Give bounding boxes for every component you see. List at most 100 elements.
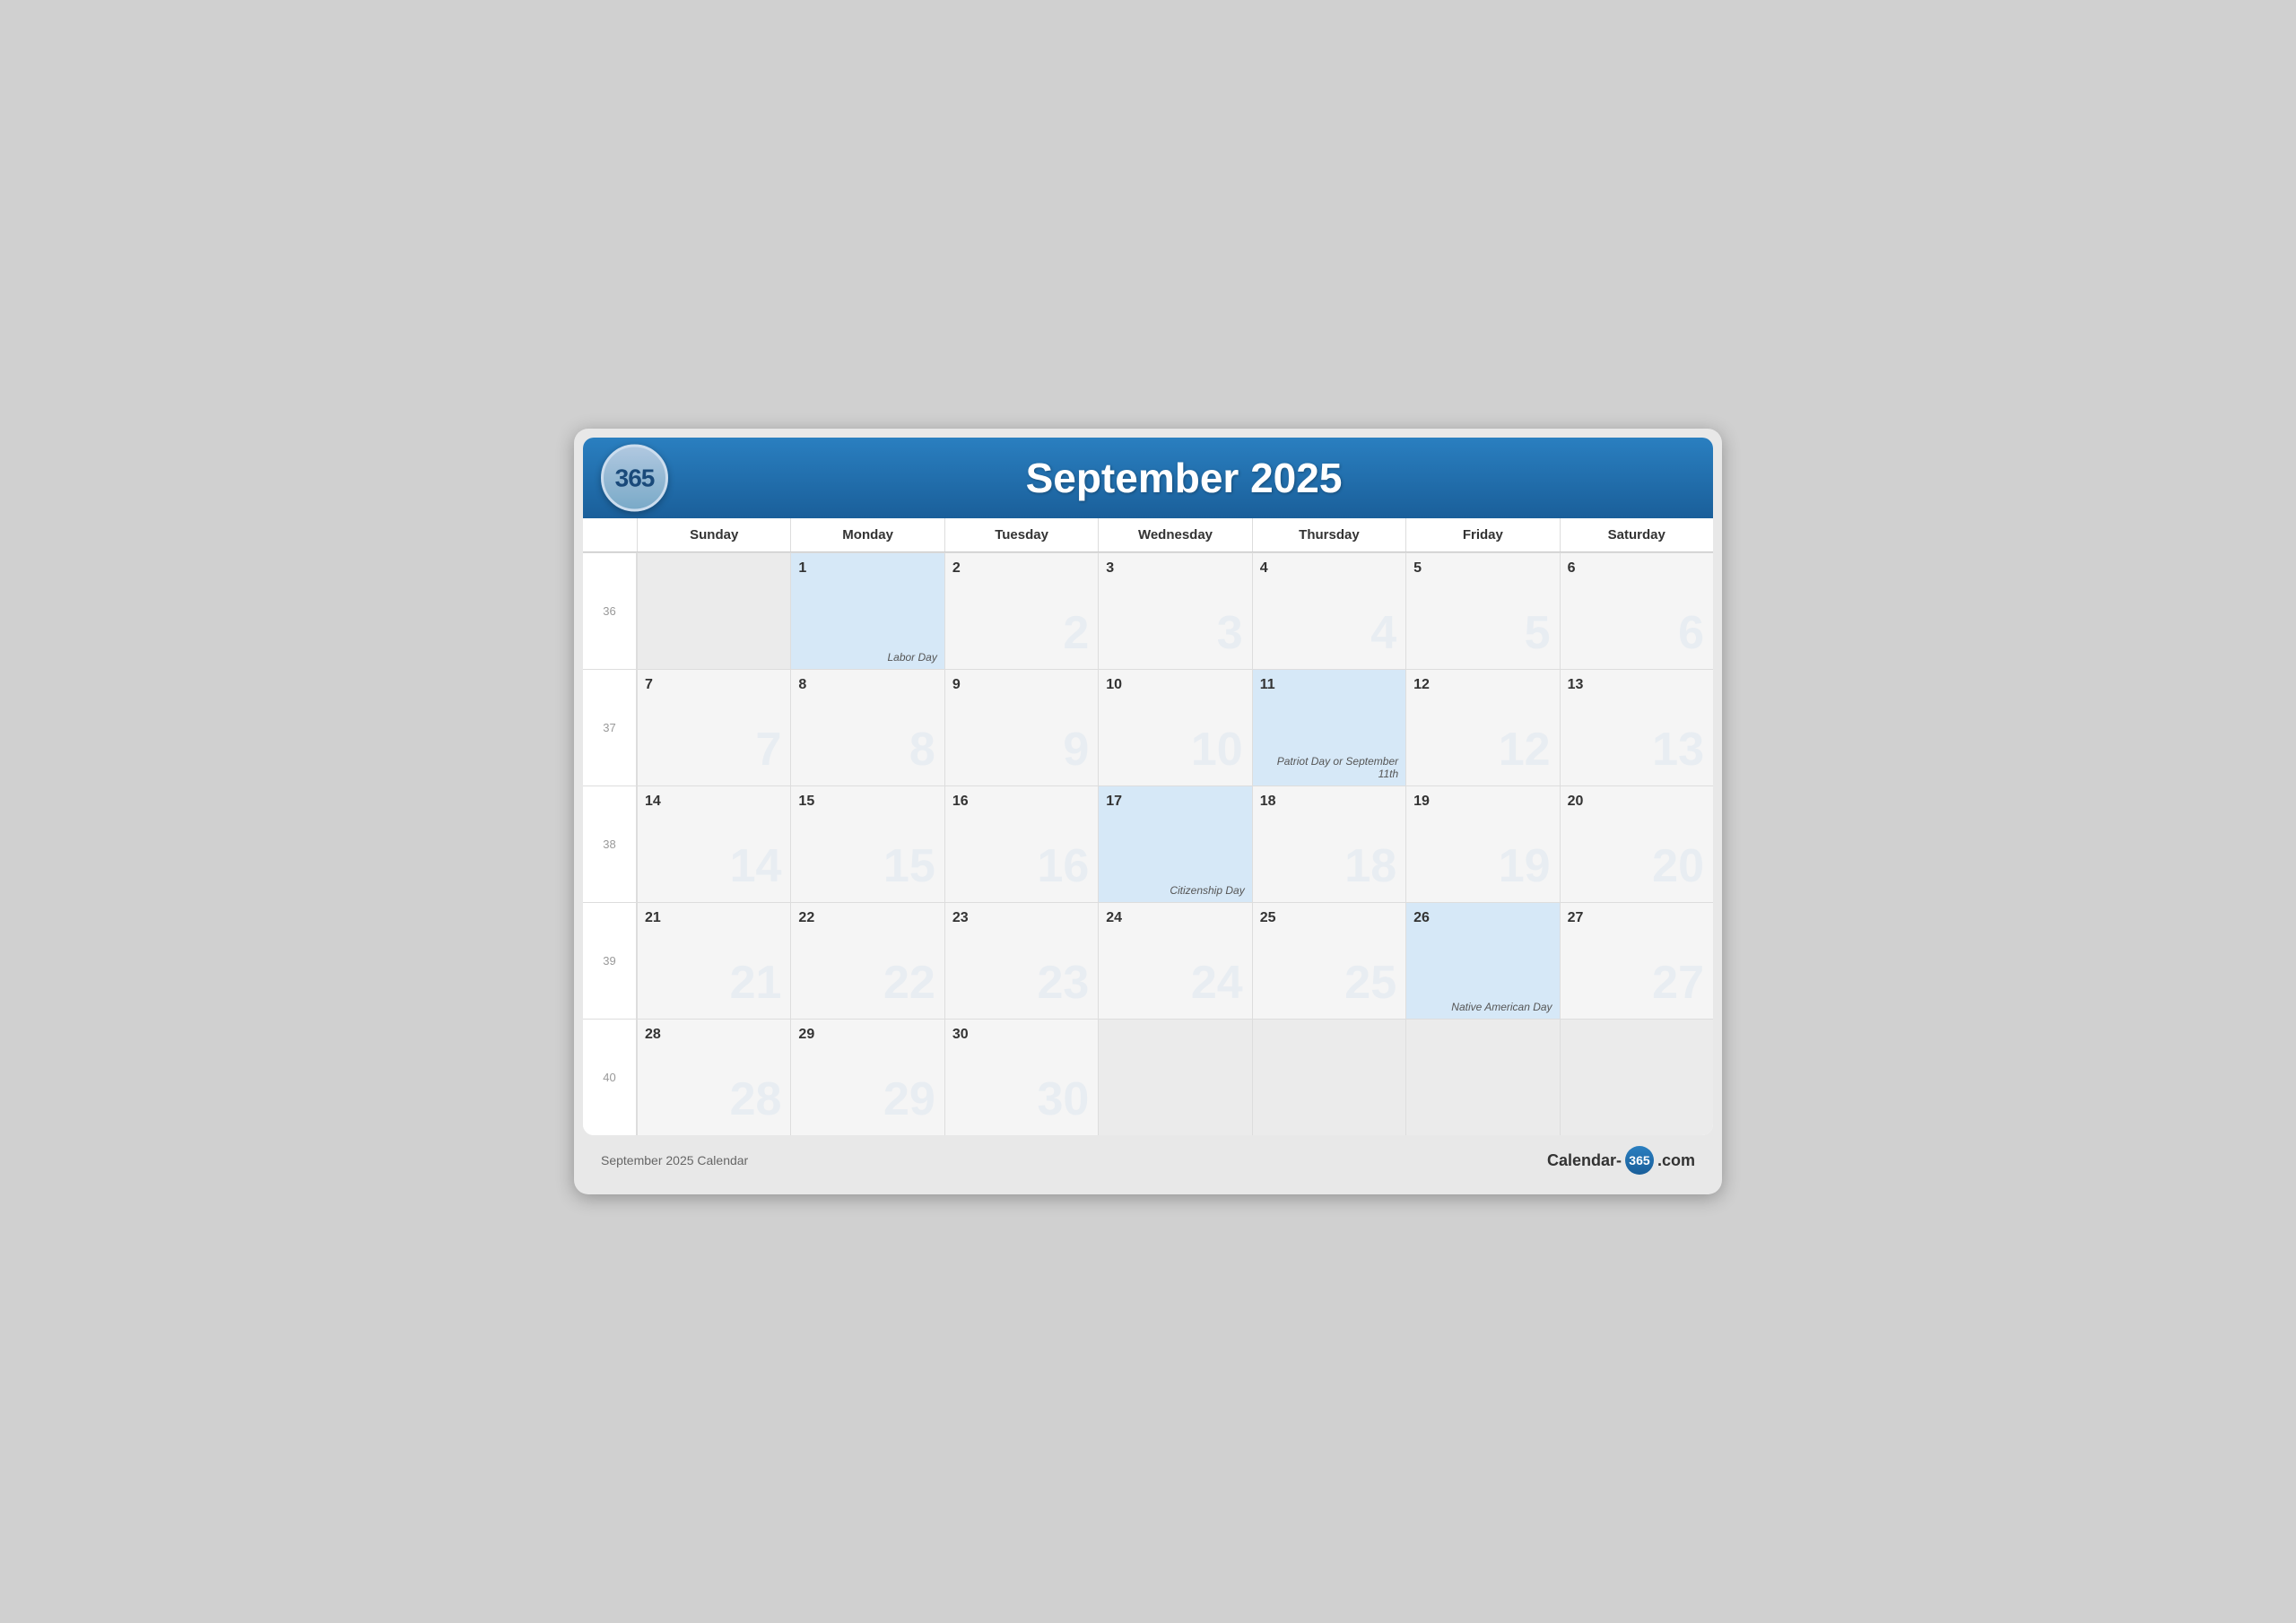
watermark: 19 (1499, 839, 1551, 893)
footer-left-text: September 2025 Calendar (601, 1153, 748, 1167)
day-number: 1 (798, 560, 936, 577)
day-number: 21 (645, 910, 783, 926)
day-cell-w37-sunday: 77 (637, 669, 790, 785)
day-cell-w37-friday: 1212 (1405, 669, 1559, 785)
day-cell-w40-monday: 29 29 (790, 1019, 944, 1135)
day-cell-w37-saturday: 1313 (1560, 669, 1713, 785)
day-cell-w40-thursday (1252, 1019, 1405, 1135)
watermark: 12 (1499, 723, 1551, 777)
week-num-column-header (583, 518, 637, 551)
logo-badge: 365 (601, 445, 668, 512)
week-num-40: 40 (583, 1019, 637, 1135)
day-cell-w38-thursday: 1818 (1252, 785, 1405, 902)
watermark: 14 (730, 839, 782, 893)
footer-dot-com: .com (1657, 1151, 1695, 1170)
day-number: 16 (952, 794, 1091, 810)
day-cell-w38-monday: 1515 (790, 785, 944, 902)
holiday-name: Native American Day (1413, 1001, 1552, 1013)
calendar-container: 365 September 2025 Sunday Monday Tuesday… (583, 438, 1713, 1135)
day-cell-w39-wednesday: 24 24 (1098, 902, 1251, 1019)
day-number: 27 (1568, 910, 1706, 926)
day-header-saturday: Saturday (1560, 518, 1713, 551)
day-number: 4 (1260, 560, 1398, 577)
day-cell-w37-tuesday: 99 (944, 669, 1098, 785)
day-cell-w39-saturday: 27 27 (1560, 902, 1713, 1019)
watermark: 8 (909, 723, 935, 777)
day-cell-w36-saturday: 66 (1560, 552, 1713, 669)
watermark: 30 (1037, 1072, 1089, 1126)
watermark: 4 (1370, 606, 1396, 660)
month-title: September 2025 (1026, 454, 1343, 502)
day-number: 17 (1106, 794, 1244, 810)
day-cell-w38-saturday: 2020 (1560, 785, 1713, 902)
day-number: 3 (1106, 560, 1244, 577)
day-header-sunday: Sunday (637, 518, 790, 551)
week-num-36: 36 (583, 552, 637, 669)
day-number: 6 (1568, 560, 1706, 577)
week-num-37: 37 (583, 669, 637, 785)
day-header-tuesday: Tuesday (944, 518, 1098, 551)
day-cell-w36-wednesday: 33 (1098, 552, 1251, 669)
watermark: 25 (1344, 956, 1396, 1010)
day-number: 10 (1106, 677, 1244, 693)
watermark: 6 (1678, 606, 1704, 660)
day-cell-w36-thursday: 44 (1252, 552, 1405, 669)
day-number: 7 (645, 677, 783, 693)
day-cell-w40-saturday (1560, 1019, 1713, 1135)
days-header: Sunday Monday Tuesday Wednesday Thursday… (583, 518, 1713, 552)
day-cell-w39-thursday: 25 25 (1252, 902, 1405, 1019)
day-number: 14 (645, 794, 783, 810)
watermark: 15 (883, 839, 935, 893)
footer-365-badge: 365 (1625, 1146, 1654, 1175)
day-number: 23 (952, 910, 1091, 926)
day-number: 11 (1260, 677, 1398, 693)
day-header-wednesday: Wednesday (1098, 518, 1251, 551)
holiday-name: Labor Day (798, 651, 936, 664)
day-header-monday: Monday (790, 518, 944, 551)
day-cell-w37-thursday: 11 Patriot Day or September 11th (1252, 669, 1405, 785)
day-cell-w36-sunday (637, 552, 790, 669)
week-num-39: 39 (583, 902, 637, 1019)
day-cell-w38-tuesday: 1616 (944, 785, 1098, 902)
watermark: 29 (883, 1072, 935, 1126)
day-number: 15 (798, 794, 936, 810)
watermark: 27 (1652, 956, 1704, 1010)
holiday-name: Citizenship Day (1106, 884, 1244, 897)
watermark: 20 (1652, 839, 1704, 893)
day-cell-w38-wednesday: 17 Citizenship Day (1098, 785, 1251, 902)
day-number: 9 (952, 677, 1091, 693)
watermark: 23 (1037, 956, 1089, 1010)
watermark: 24 (1191, 956, 1243, 1010)
day-cell-w36-monday: 1 Labor Day (790, 552, 944, 669)
day-cell-w40-tuesday: 30 30 (944, 1019, 1098, 1135)
watermark: 28 (730, 1072, 782, 1126)
day-cell-w39-monday: 2222 (790, 902, 944, 1019)
watermark: 16 (1037, 839, 1089, 893)
holiday-name: Patriot Day or September 11th (1260, 755, 1398, 780)
day-cell-w38-friday: 1919 (1405, 785, 1559, 902)
watermark: 2 (1063, 606, 1089, 660)
day-number: 5 (1413, 560, 1552, 577)
day-cell-w36-tuesday: 22 (944, 552, 1098, 669)
day-cell-w40-wednesday (1098, 1019, 1251, 1135)
watermark: 5 (1525, 606, 1551, 660)
watermark: 7 (756, 723, 782, 777)
day-number: 19 (1413, 794, 1552, 810)
day-number: 24 (1106, 910, 1244, 926)
page-wrapper: 365 September 2025 Sunday Monday Tuesday… (574, 429, 1722, 1194)
day-number: 30 (952, 1027, 1091, 1043)
day-cell-w39-tuesday: 23 23 (944, 902, 1098, 1019)
day-number: 29 (798, 1027, 936, 1043)
day-cell-w37-monday: 88 (790, 669, 944, 785)
day-cell-w37-wednesday: 1010 (1098, 669, 1251, 785)
day-number: 20 (1568, 794, 1706, 810)
footer-calendar-text: Calendar- (1547, 1151, 1622, 1170)
week-num-38: 38 (583, 785, 637, 902)
day-number: 2 (952, 560, 1091, 577)
day-number: 22 (798, 910, 936, 926)
calendar-header: 365 September 2025 (583, 438, 1713, 518)
day-number: 28 (645, 1027, 783, 1043)
day-cell-w39-friday: 26Native American Day (1405, 902, 1559, 1019)
logo-text: 365 (615, 464, 655, 492)
day-number: 25 (1260, 910, 1398, 926)
